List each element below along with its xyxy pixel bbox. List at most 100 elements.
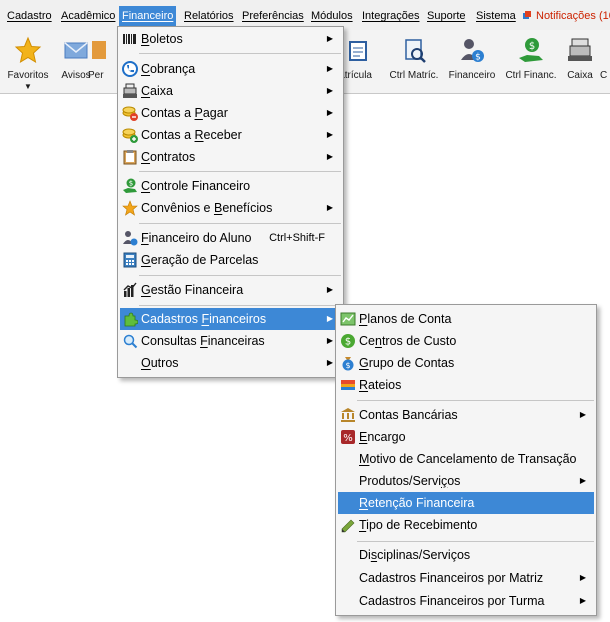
menu-item-contas-a-receber[interactable]: Contas a Receber ▶ (120, 124, 341, 146)
menu-item-contas-a-pagar[interactable]: Contas a Pagar ▶ (120, 102, 341, 124)
phone-icon (122, 61, 138, 77)
toolbar-label: Ctrl Matríc. (389, 70, 439, 81)
menu-integracoes[interactable]: Integrações (360, 8, 421, 24)
menu-item-label: Tipo de Recebimento (359, 518, 478, 532)
toolbar-financeiro-button[interactable]: $ Financeiro (444, 32, 500, 90)
financeiro-menu: Boletos ▶ Cobrança ▶ Caixa ▶ Contas a Pa… (117, 26, 344, 378)
submenu-item-grupo-de-contas[interactable]: $ Grupo de Contas (338, 352, 594, 374)
menu-item-label: Encargo (359, 430, 406, 444)
submenu-item-encargo[interactable]: % Encargo (338, 426, 594, 448)
menu-item-controle-financeiro[interactable]: $ Controle Financeiro (120, 175, 341, 197)
calculator-icon (123, 252, 137, 268)
toolbar-per-button[interactable]: Per (84, 32, 116, 90)
submenu-item-retencao-financeira[interactable]: Retenção Financeira (338, 492, 594, 514)
svg-text:$: $ (129, 180, 133, 188)
user-money-icon: $ (461, 39, 484, 63)
submenu-item-motivo-de-cancelamento[interactable]: Motivo de Cancelamento de Transação (338, 448, 594, 470)
submenu-arrow-icon: ▶ (326, 86, 333, 95)
menu-item-geracao-de-parcelas[interactable]: Geração de Parcelas (120, 249, 341, 271)
user-money-icon (123, 231, 138, 246)
menu-item-label: Convênios e Benefícios (141, 201, 273, 215)
submenu-arrow-icon: ▶ (326, 203, 333, 212)
menu-suporte[interactable]: Suporte (425, 8, 468, 24)
barcode-icon (123, 34, 136, 44)
notification-icon (523, 11, 531, 19)
coins-plus-icon (122, 128, 138, 143)
menu-item-outros[interactable]: Outros ▶ (120, 352, 341, 374)
menu-modulos[interactable]: Módulos (309, 8, 355, 24)
toolbar-label: C (600, 70, 608, 81)
toolbar-caixa-button[interactable]: Caixa (560, 32, 600, 90)
submenu-item-disciplinas-servicos[interactable]: Disciplinas/Serviços (338, 544, 594, 566)
menu-item-convenios-e-beneficios[interactable]: Convênios e Benefícios ▶ (120, 197, 341, 219)
menu-item-cadastros-financeiros[interactable]: Cadastros Financeiros ▶ (120, 308, 341, 330)
submenu-arrow-icon: ▶ (326, 358, 333, 367)
menu-item-financeiro-do-aluno[interactable]: Financeiro do Aluno Ctrl+Shift-F (120, 227, 341, 249)
toolbar-c-button[interactable]: ⇄ C (598, 32, 610, 90)
menu-item-consultas-financeiras[interactable]: Consultas Financeiras ▶ (120, 330, 341, 352)
menu-separator (139, 171, 341, 172)
menu-item-label: Contas a Pagar (141, 106, 228, 120)
submenu-item-produtos-servicos[interactable]: Produtos/Serviços ▶ (338, 470, 594, 492)
menu-item-gestao-financeira[interactable]: Gestão Financeira ▶ (120, 279, 341, 301)
submenu-arrow-icon: ▶ (579, 476, 586, 485)
submenu-arrow-icon: ▶ (326, 152, 333, 161)
toolbar-ctrl-matric-button[interactable]: Ctrl Matríc. (384, 32, 444, 90)
star-icon (14, 36, 42, 64)
toolbar-label: Per (88, 70, 104, 81)
menu-item-label: Gestão Financeira (141, 283, 244, 297)
chart-board-icon (340, 312, 356, 326)
menu-cadastro[interactable]: Cadastro (5, 8, 54, 24)
arrow-icon: ⇄ (604, 36, 610, 64)
edit-icon (349, 41, 367, 61)
menu-item-label: Cobrança (141, 62, 196, 76)
submenu-arrow-icon: ▶ (326, 64, 333, 73)
menu-separator (357, 400, 594, 401)
submenu-item-tipo-de-recebimento[interactable]: Tipo de Recebimento (338, 514, 594, 536)
menu-preferencias[interactable]: Preferências (240, 8, 306, 24)
notifications-menu[interactable]: Notificações (10 (520, 8, 610, 24)
cash-register-icon (568, 38, 592, 61)
menu-sistema[interactable]: Sistema (474, 8, 518, 24)
book-icon (92, 41, 106, 59)
menu-separator (357, 541, 594, 542)
menu-financeiro[interactable]: Financeiro (119, 6, 177, 26)
menu-item-label: Financeiro do Aluno (141, 231, 252, 245)
submenu-arrow-icon: ▶ (326, 34, 333, 43)
menu-item-label: Motivo de Cancelamento de Transação (359, 452, 577, 466)
menu-relatorios[interactable]: Relatórios (182, 8, 236, 24)
coins-minus-icon (122, 106, 138, 121)
menu-item-caixa[interactable]: Caixa ▶ (120, 80, 341, 102)
menu-item-cobranca[interactable]: Cobrança ▶ (120, 58, 341, 80)
submenu-arrow-icon: ▶ (326, 285, 333, 294)
menu-academico[interactable]: Acadêmico (59, 8, 117, 24)
pen-icon (341, 519, 355, 533)
bar-chart-icon (123, 282, 137, 297)
submenu-arrow-icon: ▶ (326, 314, 333, 323)
toolbar-ctrl-financ-button[interactable]: $ Ctrl Financ. (502, 32, 560, 90)
submenu-item-contas-bancarias[interactable]: Contas Bancárias ▶ (338, 404, 594, 426)
menu-item-shortcut: Ctrl+Shift-F (269, 232, 325, 244)
menu-item-contratos[interactable]: Contratos ▶ (120, 146, 341, 168)
money-bag-icon: $ (342, 357, 354, 371)
submenu-arrow-icon: ▶ (579, 410, 586, 419)
toolbar-label: Financeiro (448, 70, 496, 81)
submenu-arrow-icon: ▶ (579, 596, 586, 605)
puzzle-icon (124, 312, 138, 327)
submenu-item-centros-de-custo[interactable]: $ Centros de Custo (338, 330, 594, 352)
submenu-item-planos-de-conta[interactable]: Planos de Conta (338, 308, 594, 330)
clipboard-icon (123, 150, 137, 165)
menu-item-label: Cadastros Financeiros por Turma (359, 594, 545, 608)
menu-separator (139, 223, 341, 224)
submenu-item-rateios[interactable]: Rateios (338, 374, 594, 396)
submenu-item-cadastros-por-turma[interactable]: Cadastros Financeiros por Turma ▶ (338, 590, 594, 612)
search-doc-icon (405, 39, 426, 63)
money-hand-icon: $ (123, 178, 137, 193)
svg-text:$: $ (345, 337, 351, 348)
dollar-circle-icon: $ (341, 334, 355, 348)
menu-separator (139, 275, 341, 276)
submenu-item-cadastros-por-matriz[interactable]: Cadastros Financeiros por Matriz ▶ (338, 567, 594, 589)
menu-item-boletos[interactable]: Boletos ▶ (120, 28, 341, 50)
menu-item-label: Controle Financeiro (141, 179, 251, 193)
menu-item-label: Cadastros Financeiros por Matriz (359, 571, 544, 585)
